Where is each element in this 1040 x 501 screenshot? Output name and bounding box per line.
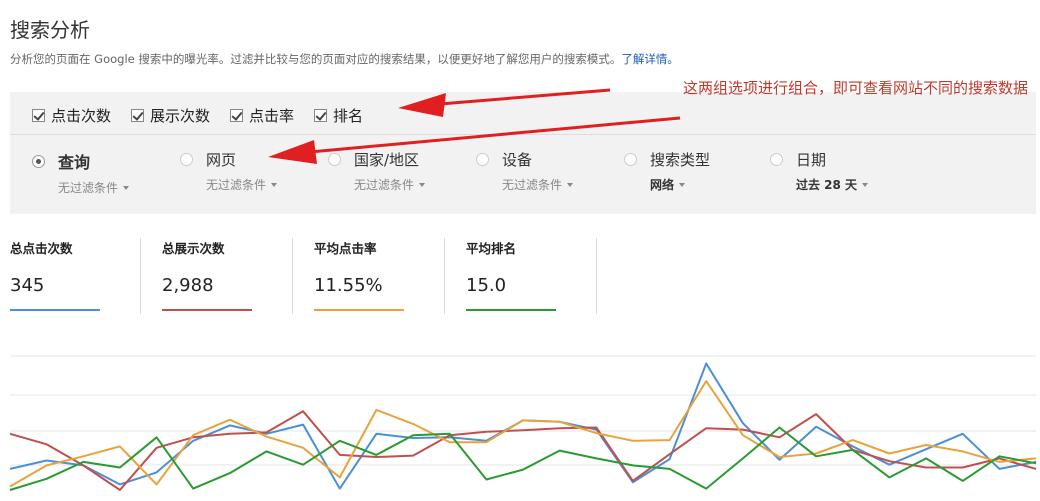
dimension-country[interactable]: 国家/地区 无过滤条件: [328, 149, 426, 193]
checkbox-checked-icon[interactable]: [32, 109, 45, 122]
radio-selected-icon[interactable]: [32, 154, 45, 168]
radio-icon[interactable]: [770, 153, 783, 166]
card-value: 345: [10, 275, 45, 296]
dimension-query[interactable]: 查询 无过滤条件: [32, 149, 130, 196]
filter-value: 过去 28 天: [796, 178, 858, 192]
metric-label: 点击次数: [51, 107, 112, 125]
card-label: 平均排名: [466, 241, 517, 256]
radio-icon[interactable]: [328, 153, 341, 166]
card-color-bar: [314, 309, 404, 311]
dimension-label: 搜索类型: [650, 151, 711, 169]
performance-chart: [0, 340, 1040, 501]
radio-icon[interactable]: [180, 153, 193, 166]
caret-down-icon: [271, 182, 278, 187]
metric-clicks-checkbox[interactable]: 点击次数: [32, 105, 111, 126]
card-label: 平均点击率: [314, 241, 377, 256]
dimension-label: 日期: [796, 151, 827, 169]
caret-down-icon: [419, 182, 426, 187]
radio-icon[interactable]: [476, 153, 489, 166]
summary-card-position[interactable]: 平均排名 15.0: [466, 238, 597, 314]
dimension-filter-dropdown[interactable]: 无过滤条件: [502, 176, 574, 193]
summary-card-clicks[interactable]: 总点击次数 345: [10, 238, 141, 314]
dimension-device[interactable]: 设备 无过滤条件: [476, 149, 574, 193]
metric-label: 排名: [333, 107, 364, 125]
dimension-label: 设备: [502, 151, 533, 169]
checkbox-checked-icon[interactable]: [230, 109, 244, 122]
dimension-filter-dropdown[interactable]: 网络: [650, 176, 710, 193]
annotation-text: 这两组选项进行组合，即可查看网站不同的搜索数据: [683, 79, 1029, 97]
card-value: 2,988: [162, 275, 214, 296]
dimension-label: 网页: [206, 151, 237, 169]
card-label: 总点击次数: [10, 241, 73, 256]
learn-more-link[interactable]: 了解详情。: [621, 52, 679, 66]
metric-label: 展示次数: [150, 107, 211, 125]
filter-value: 网络: [650, 178, 675, 192]
dimension-filter-dropdown[interactable]: 无过滤条件: [206, 176, 278, 193]
dimension-filter-dropdown[interactable]: 无过滤条件: [58, 179, 130, 196]
dimension-label: 查询: [58, 153, 91, 172]
dimension-filter-dropdown[interactable]: 过去 28 天: [796, 176, 869, 193]
checkbox-checked-icon[interactable]: [314, 109, 328, 122]
dimension-page[interactable]: 网页 无过滤条件: [180, 149, 278, 193]
page-description: 分析您的页面在 Google 搜索中的曝光率。过滤并比较与您的页面对应的搜索结果…: [10, 51, 679, 67]
dimension-date[interactable]: 日期 过去 28 天: [770, 149, 869, 193]
metric-impressions-checkbox[interactable]: 展示次数: [131, 105, 210, 126]
metric-ctr-checkbox[interactable]: 点击率: [230, 105, 294, 126]
dimension-label: 国家/地区: [354, 151, 420, 169]
card-value: 11.55%: [314, 275, 383, 296]
dimension-filter-dropdown[interactable]: 无过滤条件: [354, 176, 426, 193]
radio-icon[interactable]: [624, 153, 637, 166]
card-color-bar: [466, 309, 556, 311]
card-label: 总展示次数: [162, 241, 225, 256]
caret-down-icon: [567, 182, 574, 187]
line-chart-svg: [9, 355, 1037, 491]
filter-panel: 点击次数 展示次数 点击率 排名 查询 无过滤条件 网页 无过滤条件 国家/地区…: [10, 92, 1036, 214]
filter-value: 无过滤条件: [354, 178, 415, 192]
caret-down-icon: [679, 182, 686, 187]
filter-value: 无过滤条件: [58, 181, 119, 195]
description-text: 分析您的页面在 Google 搜索中的曝光率。过滤并比较与您的页面对应的搜索结果…: [10, 52, 622, 66]
card-value: 15.0: [466, 275, 507, 296]
caret-down-icon: [862, 182, 869, 187]
metric-label: 点击率: [249, 107, 295, 125]
checkbox-checked-icon[interactable]: [131, 109, 145, 122]
dimension-radios: 查询 无过滤条件 网页 无过滤条件 国家/地区 无过滤条件 设备 无过滤条件 搜…: [10, 134, 1036, 214]
card-color-bar: [10, 309, 100, 311]
summary-cards: 总点击次数 345 总展示次数 2,988 平均点击率 11.55% 平均排名 …: [10, 238, 597, 314]
metric-checkboxes: 点击次数 展示次数 点击率 排名: [32, 105, 383, 126]
filter-value: 无过滤条件: [502, 178, 563, 192]
summary-card-ctr[interactable]: 平均点击率 11.55%: [314, 238, 445, 314]
filter-value: 无过滤条件: [206, 178, 267, 192]
caret-down-icon: [123, 185, 130, 190]
dimension-search-type[interactable]: 搜索类型 网络: [624, 149, 710, 193]
card-color-bar: [162, 309, 252, 311]
summary-card-impressions[interactable]: 总展示次数 2,988: [162, 238, 293, 314]
page-title: 搜索分析: [10, 18, 90, 42]
metric-position-checkbox[interactable]: 排名: [314, 105, 363, 126]
